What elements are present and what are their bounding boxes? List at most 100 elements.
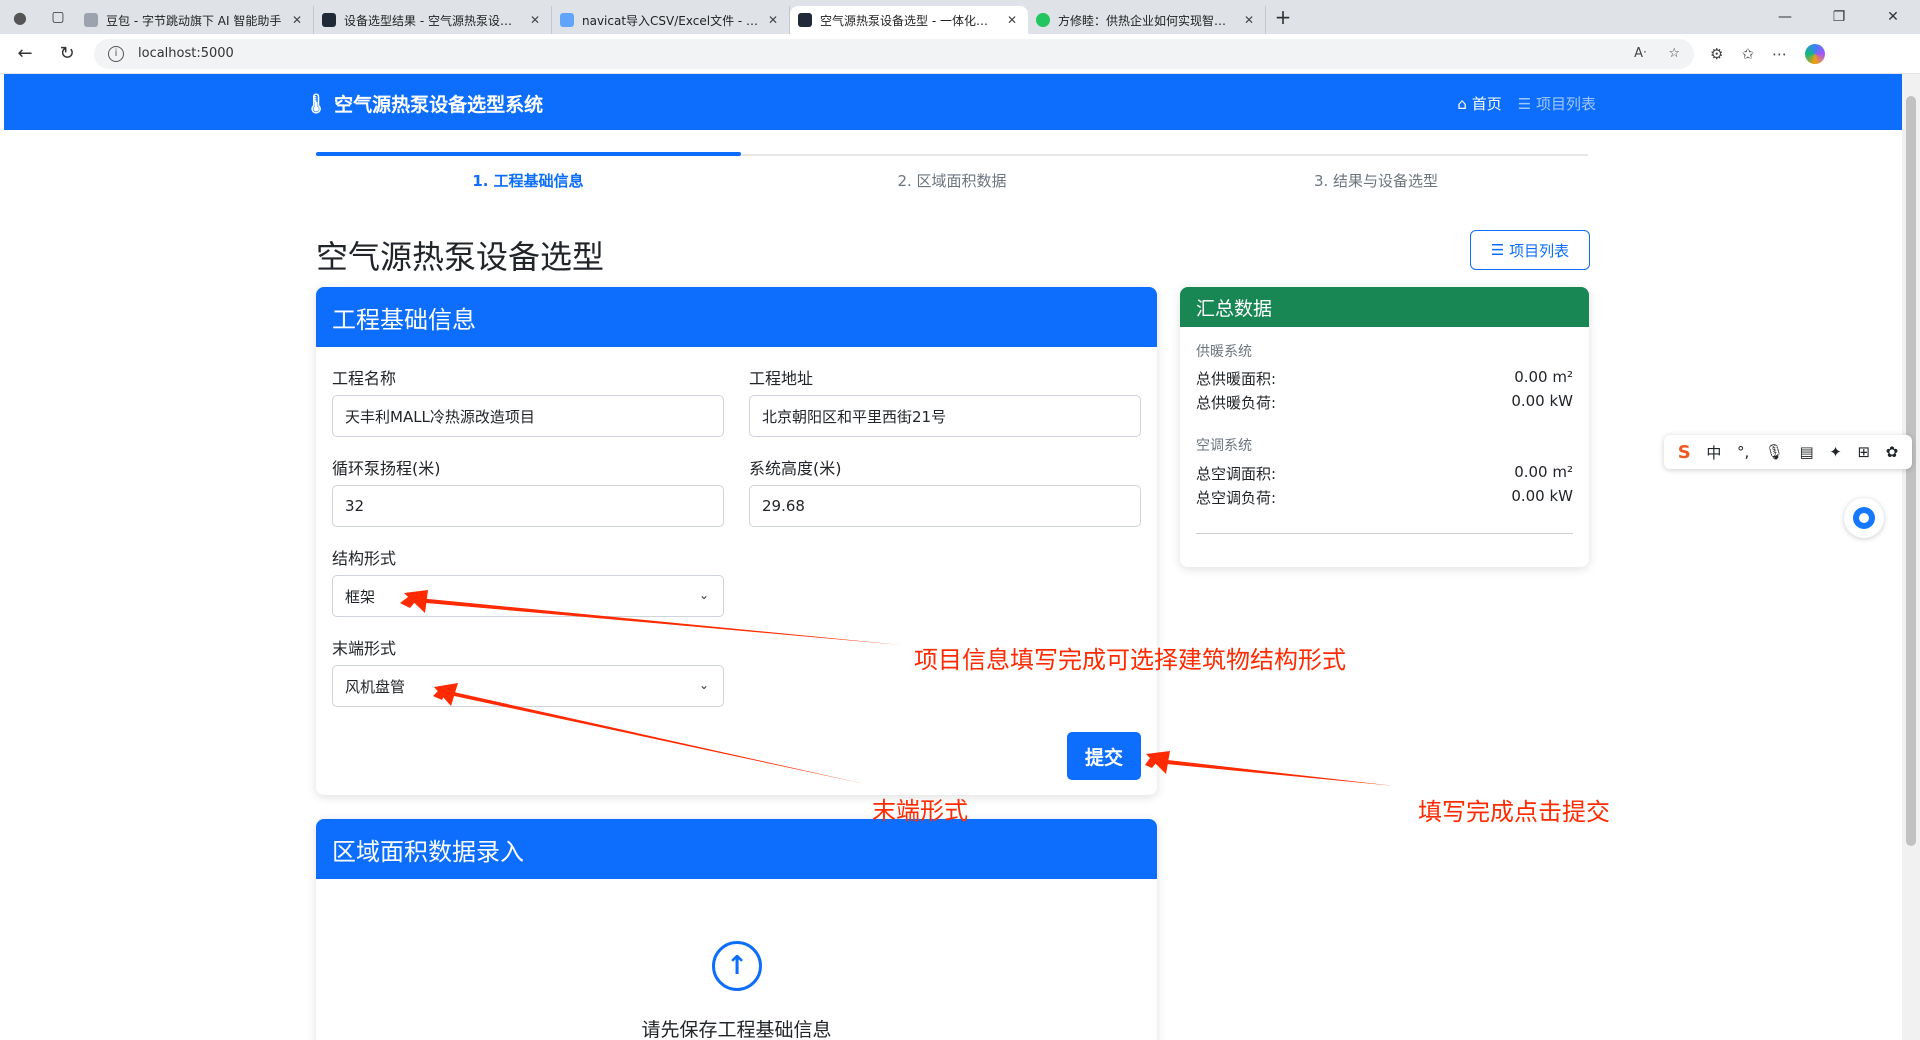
back-icon[interactable]: ←	[8, 37, 42, 71]
basic-info-card: 工程基础信息 工程名称 天丰利MALL冷热源改造项目 工程地址 北京朝阳区和平里…	[316, 287, 1157, 795]
pump-head-label: 循环泵扬程(米)	[332, 459, 441, 478]
tab-actions-icon[interactable]: ▢	[40, 0, 76, 34]
ime-toolbar: S 中 °, 🎙 ▤ ✦ ⊞ ✿	[1664, 435, 1912, 469]
nav-project-list-label: 项目列表	[1535, 95, 1596, 113]
tab-title: navicat导入CSV/Excel文件 - 知乎	[582, 13, 759, 28]
heating-area-row: 总供暖面积: 0.00 m²	[1196, 368, 1573, 389]
tab-title: 设备选型结果 - 空气源热泵设备选型	[344, 13, 521, 28]
brand[interactable]: 🌡 空气源热泵设备选型系统	[304, 90, 543, 117]
floating-assistant-button[interactable]	[1844, 498, 1884, 538]
new-tab-icon[interactable]: +	[1266, 5, 1300, 29]
page-scrollbar[interactable]	[1902, 74, 1920, 1040]
project-name-input[interactable]: 天丰利MALL冷热源改造项目	[332, 395, 724, 437]
heating-load-value: 0.00 kW	[1511, 392, 1573, 410]
heating-section-title: 供暖系统	[1196, 344, 1252, 360]
chinese-mode-icon[interactable]: 中	[1706, 442, 1721, 463]
brand-title: 空气源热泵设备选型系统	[334, 94, 544, 116]
heating-area-value: 0.00 m²	[1514, 368, 1573, 386]
skin-icon[interactable]: ✦	[1829, 443, 1842, 461]
ac-load-row: 总空调负荷: 0.00 kW	[1196, 487, 1573, 508]
list-icon: ☰	[1517, 95, 1532, 113]
close-icon[interactable]: ✕	[1241, 13, 1257, 27]
area-data-header: 区域面积数据录入	[316, 819, 1157, 879]
annotation-submit-note: 填写完成点击提交	[1418, 798, 1610, 826]
step-2[interactable]: 2. 区域面积数据	[740, 170, 1164, 191]
browser-tab[interactable]: 设备选型结果 - 空气源热泵设备选型 ✕	[314, 6, 552, 34]
nav-project-list-link[interactable]: ☰ 项目列表	[1518, 93, 1596, 114]
area-data-prompt: 请先保存工程基础信息	[641, 1019, 832, 1040]
mascot-icon[interactable]: ✿	[1886, 443, 1899, 461]
profile-icon[interactable]: ●	[0, 0, 40, 34]
terminal-select[interactable]: 风机盘管 ⌄	[332, 665, 724, 707]
window-controls: — ❐ ✕	[1758, 0, 1920, 34]
info-icon[interactable]: i	[108, 45, 124, 62]
tab-favicon-icon	[84, 13, 98, 27]
tab-favicon-icon	[1036, 13, 1050, 27]
sogou-logo-icon[interactable]: S	[1678, 442, 1691, 463]
nav-home-link[interactable]: ⌂ 首页	[1457, 93, 1501, 114]
nav-links: ⌂ 首页 ☰ 项目列表	[1457, 93, 1596, 114]
project-list-button-label: 项目列表	[1509, 241, 1570, 260]
restore-icon[interactable]: ❐	[1812, 0, 1866, 34]
heating-load-label: 总供暖负荷:	[1196, 394, 1277, 412]
scroll-thumb[interactable]	[1906, 96, 1916, 846]
terminal-value: 风机盘管	[345, 677, 406, 696]
structure-select[interactable]: 框架 ⌄	[332, 575, 724, 617]
browser-tab[interactable]: navicat导入CSV/Excel文件 - 知乎 ✕	[552, 6, 790, 34]
structure-label: 结构形式	[332, 549, 397, 568]
punctuation-icon[interactable]: °,	[1737, 443, 1749, 461]
browser-tab-bar: ● ▢ 豆包 - 字节跳动旗下 AI 智能助手 ✕ 设备选型结果 - 空气源热泵…	[0, 0, 1920, 34]
project-address-input[interactable]: 北京朝阳区和平里西街21号	[749, 395, 1141, 437]
keyboard-icon[interactable]: ▤	[1799, 443, 1813, 461]
terminal-label: 末端形式	[332, 639, 397, 658]
tab-favicon-icon	[798, 13, 812, 27]
pump-head-input[interactable]: 32	[332, 485, 724, 527]
pump-head-value: 32	[345, 497, 365, 515]
read-aloud-icon[interactable]: Aᐧ	[1634, 46, 1646, 61]
project-address-value: 北京朝阳区和平里西街21号	[762, 407, 947, 426]
submit-button[interactable]: 提交	[1067, 732, 1141, 780]
house-icon: ⌂	[1457, 95, 1467, 113]
minimize-icon[interactable]: —	[1758, 0, 1812, 34]
close-window-icon[interactable]: ✕	[1866, 0, 1920, 34]
microphone-icon[interactable]: 🎙	[1765, 443, 1784, 461]
url-text: localhost:5000	[138, 46, 234, 61]
page-title: 空气源热泵设备选型	[316, 238, 605, 276]
browser-tab[interactable]: 豆包 - 字节跳动旗下 AI 智能助手 ✕	[76, 6, 314, 34]
ac-section-title: 空调系统	[1196, 438, 1252, 454]
arrow-to-submit	[1145, 751, 1395, 786]
annotation-terminal-note: 末端形式	[872, 797, 968, 825]
browser-tab-active[interactable]: 空气源热泵设备选型 - 一体化数据 ✕	[790, 6, 1028, 34]
close-icon[interactable]: ✕	[527, 13, 543, 27]
assistant-icon	[1853, 507, 1875, 529]
copilot-icon[interactable]	[1805, 43, 1826, 64]
area-data-card: 区域面积数据录入 ↑ 请先保存工程基础信息	[316, 819, 1157, 1040]
close-icon[interactable]: ✕	[765, 13, 781, 27]
nav-home-label: 首页	[1471, 95, 1502, 113]
reload-icon[interactable]: ↻	[50, 37, 84, 71]
chevron-down-icon: ⌄	[698, 588, 709, 602]
step-1[interactable]: 1. 工程基础信息	[316, 170, 740, 191]
project-address-label: 工程地址	[749, 369, 814, 388]
basic-info-header: 工程基础信息	[316, 287, 1157, 347]
arrow-up-circle-icon: ↑	[712, 941, 762, 991]
tab-title: 豆包 - 字节跳动旗下 AI 智能助手	[106, 13, 282, 28]
favorites-icon[interactable]: ✩	[1741, 45, 1754, 63]
system-height-value: 29.68	[762, 497, 805, 515]
url-field[interactable]: i localhost:5000 Aᐧ ☆	[94, 38, 1694, 69]
close-icon[interactable]: ✕	[1004, 13, 1020, 27]
close-icon[interactable]: ✕	[289, 13, 305, 27]
ac-area-label: 总空调面积:	[1196, 465, 1277, 483]
project-list-button[interactable]: ☰ 项目列表	[1470, 230, 1590, 270]
grid-icon[interactable]: ⊞	[1857, 443, 1870, 461]
thermometer-icon: 🌡	[304, 93, 329, 115]
step-3[interactable]: 3. 结果与设备选型	[1164, 170, 1588, 191]
extensions-icon[interactable]: ⚙	[1710, 45, 1723, 63]
structure-value: 框架	[345, 587, 376, 606]
more-icon[interactable]: ⋯	[1772, 45, 1787, 63]
favorite-star-icon[interactable]: ☆	[1668, 46, 1680, 61]
summary-card: 汇总数据 供暖系统 总供暖面积: 0.00 m² 总供暖负荷: 0.00 kW …	[1180, 287, 1589, 567]
tab-title: 空气源热泵设备选型 - 一体化数据	[820, 13, 998, 28]
browser-tab[interactable]: 方修睦：供热企业如何实现智慧供热 ✕	[1028, 6, 1266, 34]
system-height-input[interactable]: 29.68	[749, 485, 1141, 527]
